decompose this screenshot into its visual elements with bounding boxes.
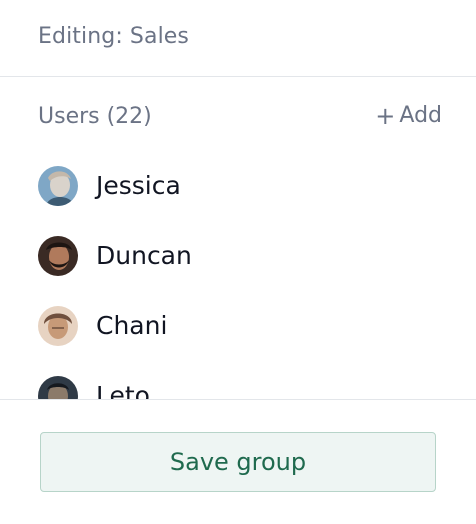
- plus-icon: +: [375, 101, 396, 130]
- user-row-chani[interactable]: Chani: [0, 287, 476, 357]
- page-title: Editing: Sales: [38, 24, 189, 49]
- add-user-label: Add: [399, 103, 442, 128]
- user-row-leto[interactable]: Leto: [0, 357, 476, 399]
- user-name: Duncan: [96, 241, 192, 270]
- user-name: Leto: [96, 381, 150, 399]
- editor-header: Editing: Sales: [0, 0, 476, 77]
- footer-divider: [0, 399, 476, 400]
- users-count-title: Users (22): [38, 104, 152, 129]
- avatar: [38, 306, 78, 346]
- user-name: Jessica: [96, 171, 181, 200]
- user-name: Chani: [96, 311, 168, 340]
- users-header: Users (22) + Add: [0, 77, 476, 157]
- avatar: [38, 376, 78, 399]
- save-group-button[interactable]: Save group: [40, 432, 436, 492]
- user-row-duncan[interactable]: Duncan: [0, 217, 476, 287]
- avatar: [38, 166, 78, 206]
- user-row-jessica[interactable]: Jessica: [0, 147, 476, 217]
- users-section: Users (22) + Add Jessica Duncan Chani Le…: [0, 77, 476, 399]
- avatar: [38, 236, 78, 276]
- add-user-button[interactable]: + Add: [375, 103, 442, 128]
- user-list: Jessica Duncan Chani Leto: [0, 147, 476, 399]
